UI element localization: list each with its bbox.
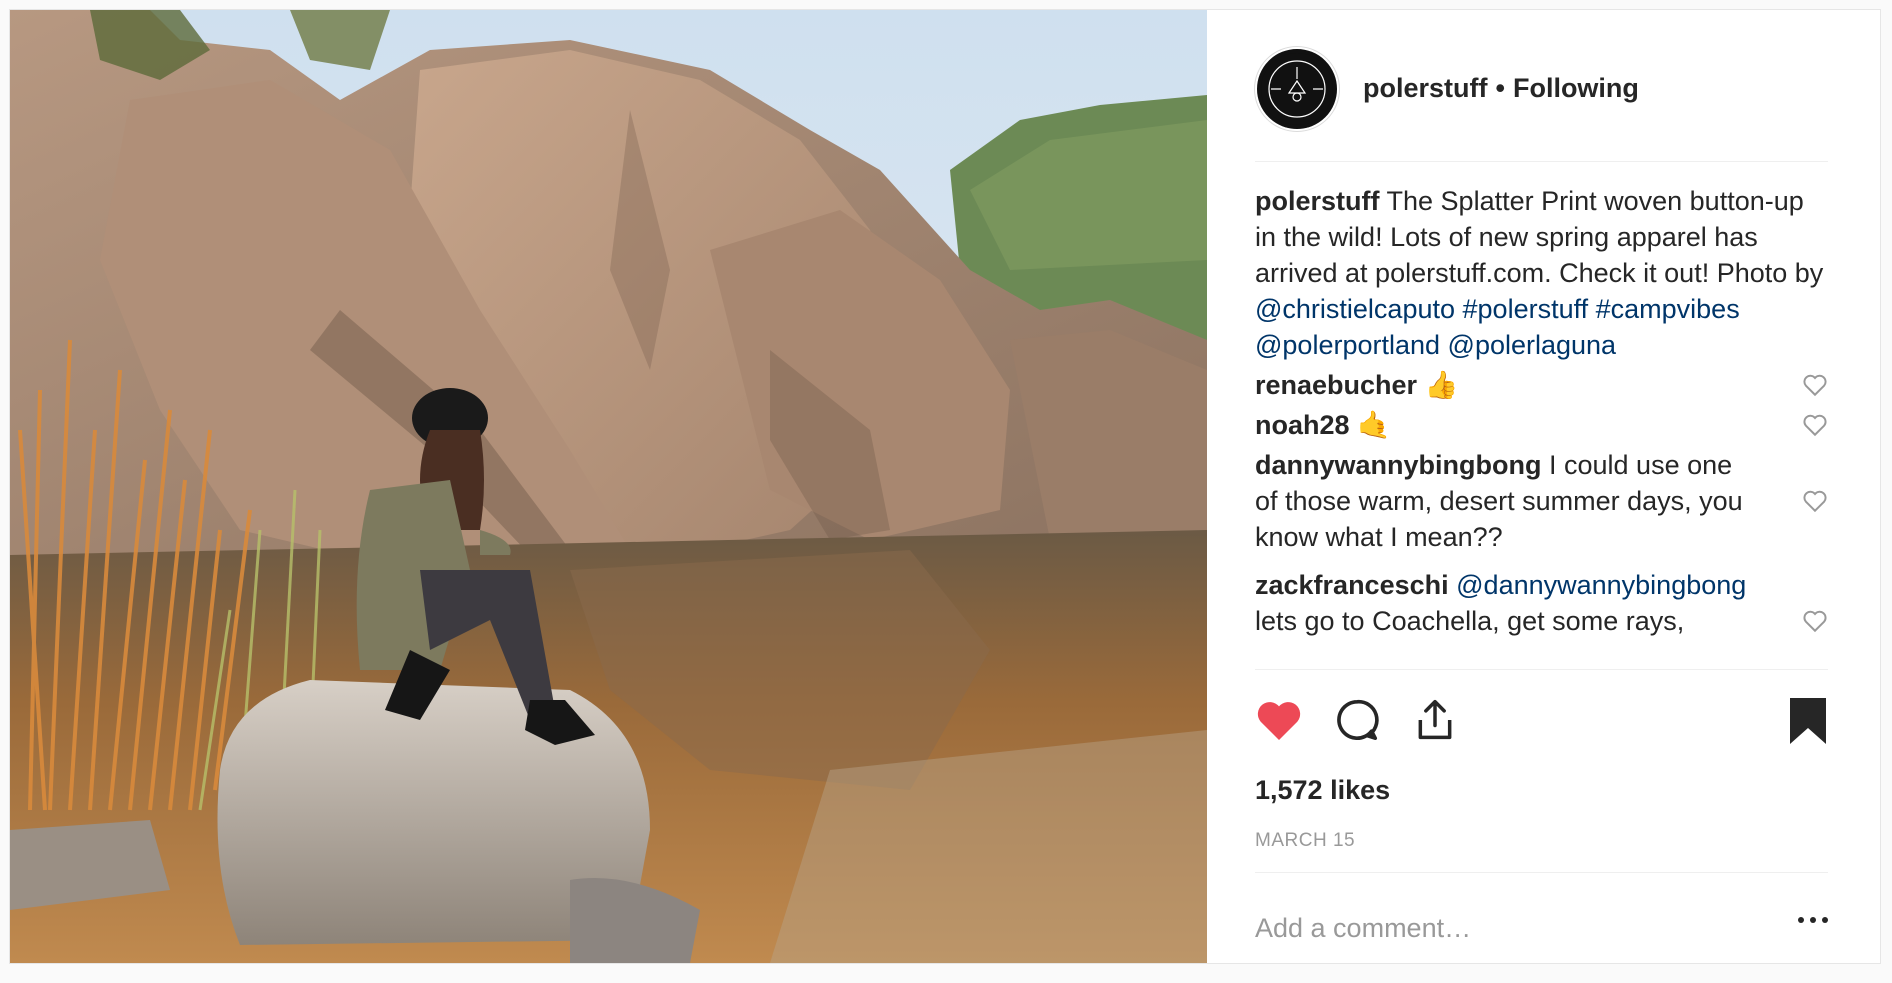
header-separator: • xyxy=(1495,73,1505,103)
comment-item: zackfranceschi @dannywannybingbong lets … xyxy=(1255,567,1828,639)
comment-bubble-icon xyxy=(1337,699,1379,741)
heart-outline-icon[interactable] xyxy=(1802,413,1828,437)
comment-item: renaebucher 👍 xyxy=(1255,367,1828,403)
likes-count[interactable]: 1,572 likes xyxy=(1255,770,1828,810)
ellipsis-icon[interactable] xyxy=(1798,917,1828,923)
post-card: polerstuff • Following polerstuff The Sp… xyxy=(9,9,1881,964)
bookmark-filled-icon[interactable] xyxy=(1788,696,1828,746)
comment-username[interactable]: renaebucher xyxy=(1255,370,1417,400)
comment-item: noah28 🤙 xyxy=(1255,407,1828,443)
mention-link[interactable]: @dannywannybingbong xyxy=(1456,570,1746,600)
share-upload-icon xyxy=(1418,699,1452,740)
author-username[interactable]: polerstuff xyxy=(1363,73,1488,104)
caption: polerstuff The Splatter Print woven butt… xyxy=(1255,183,1828,363)
mention-link[interactable]: @polerportland xyxy=(1255,330,1440,360)
header-user-info: polerstuff • Following xyxy=(1363,73,1639,104)
add-comment-input[interactable] xyxy=(1255,912,1775,944)
mention-link[interactable]: @polerlaguna xyxy=(1448,330,1617,360)
comment-username[interactable]: zackfranceschi xyxy=(1255,570,1449,600)
like-button[interactable] xyxy=(1255,696,1303,744)
comments-list[interactable]: polerstuff The Splatter Print woven butt… xyxy=(1255,162,1828,670)
heart-outline-icon[interactable] xyxy=(1802,373,1828,397)
post-side-panel: polerstuff • Following polerstuff The Sp… xyxy=(1207,10,1880,963)
comment-text: 🤙 xyxy=(1357,410,1391,440)
post-date: MARCH 15 xyxy=(1255,810,1828,873)
action-bar xyxy=(1255,670,1828,770)
share-button[interactable] xyxy=(1411,696,1459,744)
comment-username[interactable]: dannywannybingbong xyxy=(1255,450,1541,480)
comment-text: 👍 xyxy=(1424,370,1459,400)
comment-text: lets go to Coachella, get some rays, xyxy=(1255,606,1685,636)
heart-outline-icon[interactable] xyxy=(1802,489,1828,513)
post-photo[interactable] xyxy=(10,10,1207,963)
heart-filled-icon xyxy=(1257,702,1301,740)
ellipsis-dot xyxy=(1822,917,1828,923)
heart-outline-icon[interactable] xyxy=(1802,609,1828,633)
comment-item: dannywannybingbong I could use one of th… xyxy=(1255,447,1828,555)
comment-username[interactable]: noah28 xyxy=(1255,410,1350,440)
ellipsis-dot xyxy=(1810,917,1816,923)
avatar[interactable] xyxy=(1255,46,1339,131)
ellipsis-dot xyxy=(1798,917,1804,923)
hashtag-link[interactable]: #campvibes xyxy=(1596,294,1740,324)
photo-canyon-pool-image xyxy=(10,10,1207,963)
comment-button[interactable] xyxy=(1333,696,1381,744)
add-comment-section xyxy=(1255,873,1828,983)
hashtag-link[interactable]: #polerstuff xyxy=(1463,294,1589,324)
poler-logo-icon xyxy=(1261,52,1333,125)
following-button[interactable]: Following xyxy=(1513,73,1639,104)
caption-username[interactable]: polerstuff xyxy=(1255,186,1380,216)
post-header: polerstuff • Following xyxy=(1255,10,1828,162)
mention-link[interactable]: @christielcaputo xyxy=(1255,294,1455,324)
